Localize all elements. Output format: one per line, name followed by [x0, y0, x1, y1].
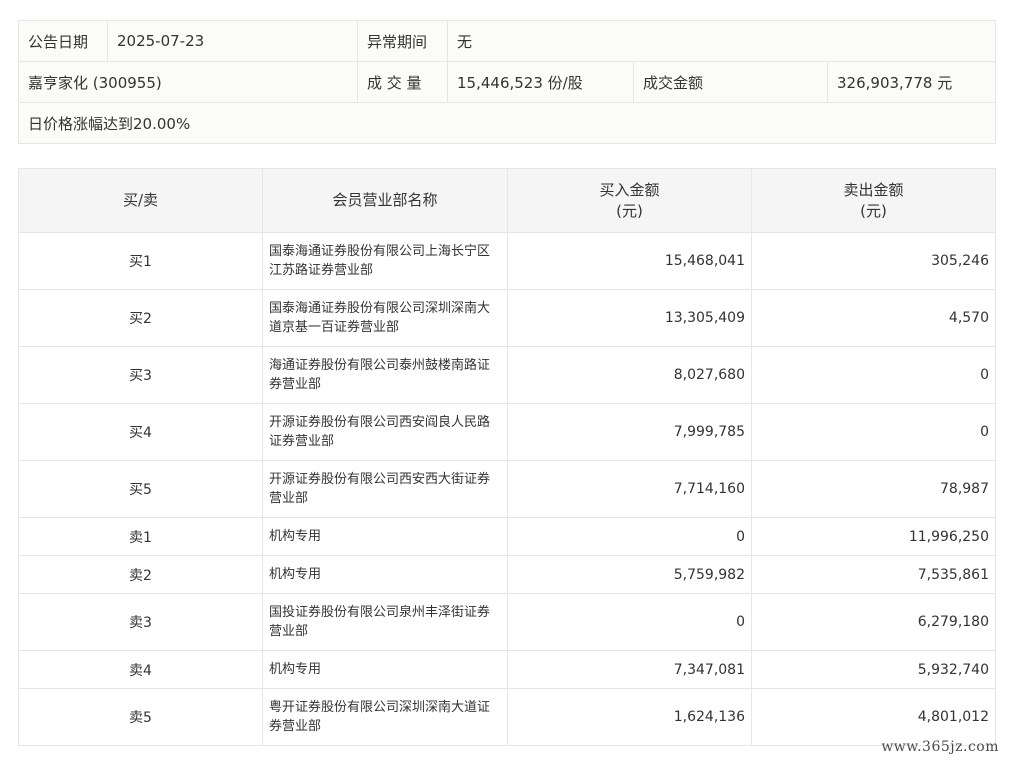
table-row: 买2 国泰海通证券股份有限公司深圳深南大道京基一百证券营业部 13,305,40… [18, 289, 996, 347]
row-side: 卖4 [18, 650, 263, 689]
table-row: 卖3 国投证券股份有限公司泉州丰泽街证券营业部 0 6,279,180 [18, 593, 996, 651]
row-side: 卖1 [18, 517, 263, 556]
row-buy-amount: 7,714,160 [507, 460, 752, 518]
row-sell-amount: 11,996,250 [751, 517, 996, 556]
row-buy-amount: 8,027,680 [507, 346, 752, 404]
info-row-date: 公告日期 2025-07-23 异常期间 无 [18, 20, 997, 62]
row-broker: 开源证券股份有限公司西安西大街证券营业部 [262, 460, 508, 518]
row-sell-amount: 78,987 [751, 460, 996, 518]
row-sell-amount: 305,246 [751, 232, 996, 290]
reason-text: 日价格涨幅达到20.00% [17, 102, 997, 144]
table-row: 卖2 机构专用 5,759,982 7,535,861 [18, 555, 996, 594]
row-buy-amount: 7,999,785 [507, 403, 752, 461]
page: 公告日期 2025-07-23 异常期间 无 嘉亨家化 (300955) 成 交… [0, 0, 1009, 763]
announcement-info-table: 公告日期 2025-07-23 异常期间 无 嘉亨家化 (300955) 成 交… [17, 20, 997, 144]
row-buy-amount: 7,347,081 [507, 650, 752, 689]
row-side: 卖5 [18, 688, 263, 746]
row-buy-amount: 0 [507, 517, 752, 556]
header-buy-line1: 买入金额 [599, 180, 660, 199]
row-side: 卖3 [18, 593, 263, 651]
row-side: 卖2 [18, 555, 263, 594]
row-buy-amount: 1,624,136 [507, 688, 752, 746]
volume-value: 15,446,523 份/股 [447, 61, 634, 103]
header-broker: 会员营业部名称 [262, 168, 508, 233]
row-buy-amount: 0 [507, 593, 752, 651]
amount-label: 成交金额 [633, 61, 828, 103]
volume-label: 成 交 量 [357, 61, 448, 103]
announcement-date-value: 2025-07-23 [107, 20, 358, 62]
header-sell-line1: 卖出金额 [843, 180, 904, 199]
header-buy-amount: 买入金额 (元) [507, 168, 752, 233]
abnormal-period-value: 无 [446, 20, 997, 62]
table-row: 买4 开源证券股份有限公司西安阎良人民路证券营业部 7,999,785 0 [18, 403, 996, 461]
row-broker: 机构专用 [262, 650, 508, 689]
table-row: 卖5 粤开证券股份有限公司深圳深南大道证券营业部 1,624,136 4,801… [18, 688, 996, 746]
row-broker: 机构专用 [262, 555, 508, 594]
info-row-volume: 嘉亨家化 (300955) 成 交 量 15,446,523 份/股 成交金额 … [18, 61, 997, 103]
amount-value: 326,903,778 元 [826, 61, 997, 103]
table-row: 卖4 机构专用 7,347,081 5,932,740 [18, 650, 996, 689]
stock-name: 嘉亨家化 (300955) [18, 61, 358, 103]
row-sell-amount: 5,932,740 [751, 650, 996, 689]
row-broker: 国泰海通证券股份有限公司上海长宁区江苏路证券营业部 [262, 232, 508, 290]
header-sell-amount: 卖出金额 (元) [751, 168, 996, 233]
row-sell-amount: 4,801,012 [751, 688, 996, 746]
row-broker: 海通证券股份有限公司泰州鼓楼南路证券营业部 [262, 346, 508, 404]
row-sell-amount: 7,535,861 [751, 555, 996, 594]
row-sell-amount: 4,570 [751, 289, 996, 347]
trading-seats-table: 买/卖 会员营业部名称 买入金额 (元) 卖出金额 (元) 买1 国泰海通证券股… [18, 168, 996, 746]
table-row: 买1 国泰海通证券股份有限公司上海长宁区江苏路证券营业部 15,468,041 … [18, 232, 996, 290]
row-sell-amount: 6,279,180 [751, 593, 996, 651]
site-watermark: www.365jz.com [881, 739, 999, 755]
table-row: 买3 海通证券股份有限公司泰州鼓楼南路证券营业部 8,027,680 0 [18, 346, 996, 404]
row-side: 买4 [18, 403, 263, 461]
header-side: 买/卖 [18, 168, 263, 233]
info-row-reason: 日价格涨幅达到20.00% [17, 102, 997, 144]
row-side: 买3 [18, 346, 263, 404]
row-broker: 国泰海通证券股份有限公司深圳深南大道京基一百证券营业部 [262, 289, 508, 347]
row-side: 买1 [18, 232, 263, 290]
row-buy-amount: 13,305,409 [507, 289, 752, 347]
row-broker: 国投证券股份有限公司泉州丰泽街证券营业部 [262, 593, 508, 651]
row-broker: 开源证券股份有限公司西安阎良人民路证券营业部 [262, 403, 508, 461]
header-buy-line2: (元) [616, 201, 643, 220]
row-buy-amount: 5,759,982 [507, 555, 752, 594]
row-side: 买2 [18, 289, 263, 347]
abnormal-period-label: 异常期间 [357, 20, 448, 62]
header-sell-line2: (元) [860, 201, 887, 220]
announcement-date-label: 公告日期 [18, 20, 108, 62]
table-row: 买5 开源证券股份有限公司西安西大街证券营业部 7,714,160 78,987 [18, 460, 996, 518]
row-sell-amount: 0 [751, 346, 996, 404]
row-sell-amount: 0 [751, 403, 996, 461]
table-header-row: 买/卖 会员营业部名称 买入金额 (元) 卖出金额 (元) [18, 168, 996, 233]
row-broker: 机构专用 [262, 517, 508, 556]
row-buy-amount: 15,468,041 [507, 232, 752, 290]
row-broker: 粤开证券股份有限公司深圳深南大道证券营业部 [262, 688, 508, 746]
table-row: 卖1 机构专用 0 11,996,250 [18, 517, 996, 556]
row-side: 买5 [18, 460, 263, 518]
